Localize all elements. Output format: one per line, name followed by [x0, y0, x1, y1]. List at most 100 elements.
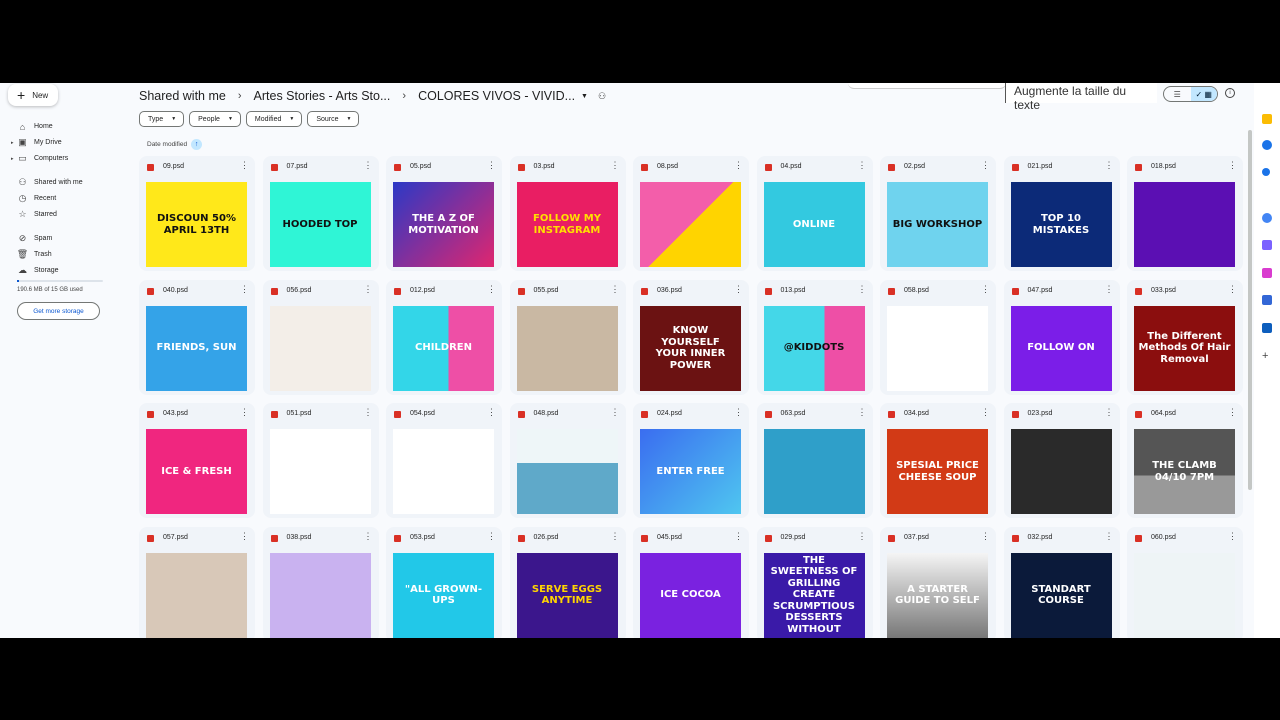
more-actions-icon[interactable]: ⋮: [1105, 161, 1114, 170]
sidebar-item-starred[interactable]: ☆ Starred: [0, 207, 128, 222]
more-actions-icon[interactable]: ⋮: [364, 408, 373, 417]
file-card[interactable]: 032.psd ⋮ STANDART COURSE: [1003, 526, 1120, 638]
more-actions-icon[interactable]: ⋮: [734, 284, 743, 294]
addon-icon[interactable]: [1262, 268, 1272, 278]
file-card[interactable]: 018.psd ⋮: [1127, 156, 1243, 271]
more-actions-icon[interactable]: ⋮: [981, 531, 990, 541]
file-thumbnail[interactable]: [269, 552, 371, 638]
file-card[interactable]: 029.psd ⋮ THE SWEETNESS OF GRILLING CREATE…: [756, 526, 873, 638]
info-icon[interactable]: i: [1225, 88, 1235, 98]
arrow-up-icon[interactable]: ↑: [191, 139, 203, 150]
breadcrumb-item[interactable]: Artes Stories - Arts Sto...: [254, 89, 391, 103]
sidebar-item-my-drive[interactable]: ▸ ▣ My Drive: [0, 135, 128, 150]
file-card[interactable]: 058.psd ⋮: [880, 279, 996, 395]
file-card[interactable]: 03.psd ⋮ FOLLOW MY INSTAGRAM: [509, 156, 626, 271]
file-thumbnail[interactable]: "ALL GROWN-UPS: [393, 552, 494, 638]
sidebar-item-recent[interactable]: ◷ Recent: [0, 191, 128, 206]
breadcrumb-item[interactable]: Shared with me: [139, 89, 226, 103]
list-view-icon[interactable]: ☰: [1164, 87, 1191, 101]
more-actions-icon[interactable]: ⋮: [487, 161, 496, 170]
more-actions-icon[interactable]: ⋮: [487, 531, 496, 541]
more-actions-icon[interactable]: ⋮: [487, 284, 496, 294]
file-card[interactable]: 040.psd ⋮ FRIENDS, SUN: [139, 279, 255, 395]
file-card[interactable]: 02.psd ⋮ BIG WORKSHOP: [880, 156, 996, 271]
file-card[interactable]: 024.psd ⋮ ENTER FREE: [633, 403, 749, 518]
file-thumbnail[interactable]: [640, 182, 741, 267]
file-card[interactable]: 063.psd ⋮: [756, 403, 873, 518]
scrollbar[interactable]: [1248, 130, 1252, 490]
file-card[interactable]: 048.psd ⋮: [509, 403, 626, 518]
file-card[interactable]: 064.psd ⋮ THE CLAMB 04/10 7PM: [1127, 403, 1243, 518]
file-card[interactable]: 047.psd ⋮ FOLLOW ON: [1003, 279, 1120, 395]
file-thumbnail[interactable]: [1134, 552, 1235, 638]
file-card[interactable]: 09.psd ⋮ DISCOUN 50% APRIL 13TH: [139, 156, 255, 271]
more-actions-icon[interactable]: ⋮: [611, 284, 620, 294]
file-thumbnail[interactable]: CHILDREN: [393, 305, 494, 391]
more-actions-icon[interactable]: ⋮: [487, 408, 496, 417]
filter-chip-type[interactable]: Type ▼: [139, 111, 185, 127]
more-actions-icon[interactable]: ⋮: [240, 408, 249, 417]
more-actions-icon[interactable]: ⋮: [240, 284, 249, 294]
more-actions-icon[interactable]: ⋮: [734, 408, 743, 417]
file-thumbnail[interactable]: ONLINE: [763, 182, 865, 267]
more-actions-icon[interactable]: ⋮: [734, 161, 743, 170]
file-card[interactable]: 057.psd ⋮: [139, 526, 255, 638]
file-card[interactable]: 038.psd ⋮: [262, 526, 379, 638]
file-card[interactable]: 045.psd ⋮ ICE COCOA: [633, 526, 749, 638]
filter-chip-people[interactable]: People ▼: [189, 111, 241, 127]
more-actions-icon[interactable]: ⋮: [1105, 284, 1114, 294]
file-thumbnail[interactable]: THE SWEETNESS OF GRILLING CREATE SCRUMPT…: [763, 552, 865, 638]
get-more-storage-button[interactable]: Get more storage: [17, 302, 100, 320]
file-thumbnail[interactable]: @KIDDOTS: [763, 305, 865, 391]
more-actions-icon[interactable]: ⋮: [858, 284, 867, 294]
file-card[interactable]: 037.psd ⋮ A STARTER GUIDE TO SELF: [880, 526, 996, 638]
addon-icon[interactable]: [1262, 323, 1272, 333]
file-thumbnail[interactable]: [516, 305, 618, 391]
file-card[interactable]: 053.psd ⋮ "ALL GROWN-UPS: [386, 526, 502, 638]
grid-view-icon[interactable]: ✓ ▦: [1190, 87, 1217, 101]
file-card[interactable]: 07.psd ⋮ HOODED TOP: [262, 156, 379, 271]
file-thumbnail[interactable]: THE A Z OF MOTIVATION: [393, 182, 494, 267]
sidebar-item-trash[interactable]: 🗑 Trash: [0, 247, 128, 262]
file-thumbnail[interactable]: [1134, 182, 1235, 267]
more-actions-icon[interactable]: ⋮: [1105, 531, 1114, 541]
more-actions-icon[interactable]: ⋮: [734, 531, 743, 541]
sidebar-item-storage[interactable]: ☁ Storage: [0, 263, 128, 278]
more-actions-icon[interactable]: ⋮: [1228, 531, 1237, 541]
more-actions-icon[interactable]: ⋮: [364, 531, 373, 541]
file-thumbnail[interactable]: ENTER FREE: [640, 429, 741, 514]
file-thumbnail[interactable]: STANDART COURSE: [1010, 552, 1112, 638]
addon-icon[interactable]: [1262, 213, 1272, 223]
file-card[interactable]: 08.psd ⋮: [633, 156, 749, 271]
expand-icon[interactable]: ▸: [11, 140, 14, 146]
file-thumbnail[interactable]: [269, 429, 371, 514]
add-icon[interactable]: +: [1262, 351, 1272, 362]
expand-icon[interactable]: ▸: [11, 156, 14, 162]
file-thumbnail[interactable]: The Different Methods Of Hair Removal: [1134, 305, 1235, 391]
file-card[interactable]: 04.psd ⋮ ONLINE: [756, 156, 873, 271]
file-card[interactable]: 054.psd ⋮: [386, 403, 502, 518]
file-card[interactable]: 013.psd ⋮ @KIDDOTS: [756, 279, 873, 395]
file-card[interactable]: 034.psd ⋮ SPESIAL PRICE CHEESE SOUP: [880, 403, 996, 518]
more-actions-icon[interactable]: ⋮: [240, 531, 249, 541]
file-thumbnail[interactable]: DISCOUN 50% APRIL 13TH: [146, 182, 247, 267]
file-thumbnail[interactable]: [269, 305, 371, 391]
file-card[interactable]: 05.psd ⋮ THE A Z OF MOTIVATION: [386, 156, 502, 271]
more-actions-icon[interactable]: ⋮: [858, 161, 867, 170]
breadcrumb-current[interactable]: COLORES VIVOS - VIVID...: [418, 89, 575, 103]
file-card[interactable]: 012.psd ⋮ CHILDREN: [386, 279, 502, 395]
file-card[interactable]: 036.psd ⋮ KNOW YOURSELF YOUR INNER POWER: [633, 279, 749, 395]
more-actions-icon[interactable]: ⋮: [611, 531, 620, 541]
file-card[interactable]: 021.psd ⋮ TOP 10 MISTAKES: [1003, 156, 1120, 271]
file-thumbnail[interactable]: THE CLAMB 04/10 7PM: [1134, 429, 1235, 514]
file-thumbnail[interactable]: [1010, 429, 1112, 514]
file-thumbnail[interactable]: [763, 429, 865, 514]
file-thumbnail[interactable]: SERVE EGGS ANYTIME: [516, 552, 618, 638]
file-card[interactable]: 055.psd ⋮: [509, 279, 626, 395]
file-thumbnail[interactable]: [393, 429, 494, 514]
sort-control[interactable]: Date modified ↑: [147, 139, 203, 150]
file-thumbnail[interactable]: ICE & FRESH: [146, 429, 247, 514]
view-toggle[interactable]: ☰ ✓ ▦: [1163, 86, 1218, 102]
file-card[interactable]: 051.psd ⋮: [262, 403, 379, 518]
keep-icon[interactable]: [1262, 114, 1272, 124]
